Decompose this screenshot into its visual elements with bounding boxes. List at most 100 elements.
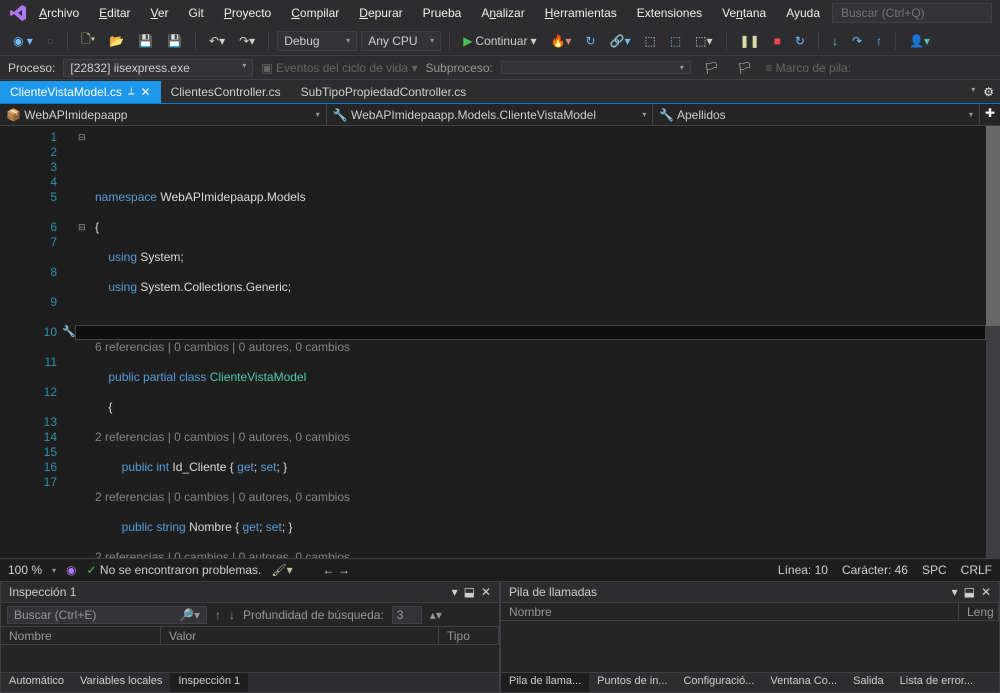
menu-proyecto[interactable]: Proyecto <box>216 2 279 24</box>
save-all-button[interactable]: 💾 <box>162 31 187 51</box>
menu-herramientas[interactable]: Herramientas <box>537 2 625 24</box>
stepper-icon[interactable]: ▴▾ <box>430 608 442 622</box>
dropdown-icon[interactable]: ▾ <box>952 585 958 599</box>
flag-button[interactable]: 🏳 <box>699 58 724 78</box>
hot-reload-button[interactable]: 🔥▾ <box>545 31 576 51</box>
subprocess-label: Subproceso: <box>425 61 492 75</box>
zoom-level[interactable]: 100 % <box>8 563 42 577</box>
process-dropdown[interactable]: [22832] iisexpress.exe▾ <box>63 59 253 77</box>
editor-tabs: ClienteVistaModel.cs ⟂ ✕ ClientesControl… <box>0 80 1000 104</box>
callstack-panel: Pila de llamadas ▾ ⬓ ✕ Nombre Leng Pila … <box>500 581 1000 693</box>
depth-input[interactable]: 3 <box>392 606 422 624</box>
live-share-button[interactable]: 👤▾ <box>904 31 935 51</box>
menu-analizar[interactable]: Analizar <box>473 2 532 24</box>
bottom-panels: Inspección 1 ▾ ⬓ ✕ Buscar (Ctrl+E)🔎▾ ↑ ↓… <box>0 581 1000 693</box>
flag2-button[interactable]: 🏳 <box>732 58 757 78</box>
subprocess-dropdown[interactable]: ▾ <box>501 61 691 74</box>
menu-ayuda[interactable]: Ayuda <box>778 2 828 24</box>
stack-frame-label: ≡ Marco de pila: <box>765 61 851 75</box>
tab-ventana-co[interactable]: Ventana Co... <box>762 673 845 692</box>
pin-icon[interactable]: ⬓ <box>464 585 475 599</box>
tab-lista-error[interactable]: Lista de error... <box>892 673 981 692</box>
menu-extensiones[interactable]: Extensiones <box>629 2 710 24</box>
global-search-input[interactable] <box>832 3 992 23</box>
browser-link-button[interactable]: 🔗▾ <box>605 31 636 51</box>
class-dropdown[interactable]: 🔧 WebAPImidepaapp.Models.ClienteVistaMod… <box>327 104 654 125</box>
member-dropdown[interactable]: 🔧 Apellidos▾ <box>653 104 980 125</box>
tab-subtipo-propiedad[interactable]: SubTipoPropiedadController.cs <box>291 81 477 103</box>
close-icon[interactable]: ✕ <box>481 585 491 599</box>
col-valor[interactable]: Valor <box>161 627 439 644</box>
refresh-button[interactable]: ↻ <box>580 31 600 51</box>
restart-button[interactable]: ↻ <box>790 31 810 51</box>
indent-mode[interactable]: SPC <box>922 563 947 577</box>
dropdown-icon[interactable]: ▾ <box>452 585 458 599</box>
code-cleanup-icon[interactable]: 🖌▾ <box>271 563 292 577</box>
line-number[interactable]: Línea: 10 <box>778 563 828 577</box>
platform-dropdown[interactable]: Any CPU▾ <box>361 31 441 51</box>
pause-button[interactable]: ❚❚ <box>735 31 765 51</box>
menu-depurar[interactable]: Depurar <box>351 2 410 24</box>
step-out-button[interactable]: ↑ <box>871 31 887 51</box>
new-item-button[interactable]: 🗋▾ <box>76 27 100 54</box>
column-number[interactable]: Carácter: 46 <box>842 563 908 577</box>
split-button[interactable]: ✚ <box>980 104 1000 125</box>
menu-ventana[interactable]: Ventana <box>714 2 774 24</box>
depth-label: Profundidad de búsqueda: <box>243 608 384 622</box>
tab-inspeccion-1[interactable]: Inspección 1 <box>170 673 248 692</box>
tab-salida[interactable]: Salida <box>845 673 892 692</box>
pin-icon[interactable]: ⟂ <box>128 86 135 97</box>
nav-arrows[interactable]: ← → <box>323 563 350 577</box>
issues-status[interactable]: ✓ No se encontraron problemas. <box>87 563 262 577</box>
col-nombre[interactable]: Nombre <box>501 603 959 620</box>
gear-icon[interactable]: ⚙ <box>983 85 994 99</box>
continue-button[interactable]: ▶ Continuar ▾ <box>458 31 541 51</box>
col-leng[interactable]: Leng <box>959 603 999 620</box>
nav-up-button[interactable]: ↑ <box>215 608 221 622</box>
inspection-search-input[interactable]: Buscar (Ctrl+E)🔎▾ <box>7 606 207 624</box>
save-button[interactable]: 💾 <box>133 31 158 51</box>
tab-configuracion[interactable]: Configuració... <box>675 673 762 692</box>
redo-button[interactable]: ↷▾ <box>234 31 260 51</box>
pin-icon[interactable]: ⬓ <box>964 585 975 599</box>
config-dropdown[interactable]: Debug▾ <box>277 31 357 51</box>
menu-git[interactable]: Git <box>181 2 212 24</box>
quick-action-icon[interactable]: 🔧 <box>62 325 76 340</box>
col-tipo[interactable]: Tipo <box>439 627 499 644</box>
tb-btn-3[interactable]: ⬚▾ <box>690 31 717 51</box>
stop-button[interactable]: ■ <box>769 31 786 51</box>
tb-btn-1[interactable]: ⬚ <box>639 31 660 51</box>
tab-dropdown-button[interactable]: ▾ <box>971 85 975 99</box>
tab-variables-locales[interactable]: Variables locales <box>72 673 170 692</box>
menu-ver[interactable]: Ver <box>143 2 177 24</box>
close-icon[interactable]: ✕ <box>141 85 151 99</box>
editor-nav-bar: 📦 WebAPImidepaapp▾ 🔧 WebAPImidepaapp.Mod… <box>0 104 1000 126</box>
nav-down-button[interactable]: ↓ <box>229 608 235 622</box>
inspection-title: Inspección 1 <box>9 585 76 599</box>
menu-prueba[interactable]: Prueba <box>415 2 470 24</box>
open-file-button[interactable]: 📂 <box>104 31 129 51</box>
menu-editar[interactable]: Editar <box>91 2 138 24</box>
tb-btn-2[interactable]: ⬚ <box>665 31 686 51</box>
undo-button[interactable]: ↶▾ <box>204 31 230 51</box>
intellicode-icon[interactable]: ◉ <box>66 563 76 577</box>
nav-fwd-button[interactable]: ○ <box>42 31 59 51</box>
tab-pila-llamadas[interactable]: Pila de llama... <box>501 673 589 692</box>
step-over-button[interactable]: ↷ <box>847 31 867 51</box>
nav-back-button[interactable]: ◉ ▾ <box>8 31 38 51</box>
project-dropdown[interactable]: 📦 WebAPImidepaapp▾ <box>0 104 327 125</box>
close-icon[interactable]: ✕ <box>981 585 991 599</box>
editor-status-bar: 100 %▾ ◉ ✓ No se encontraron problemas. … <box>0 558 1000 581</box>
code-editor[interactable]: 12345 67 8 9 10🔧 11 12 13 14151617 ⊟ ⊟ n… <box>0 126 1000 558</box>
tab-automatico[interactable]: Automático <box>1 673 72 692</box>
callstack-title: Pila de llamadas <box>509 585 597 599</box>
menu-archivo[interactable]: AArchivorchivo <box>31 2 87 24</box>
step-into-button[interactable]: ↓ <box>827 31 843 51</box>
line-ending[interactable]: CRLF <box>961 563 992 577</box>
tab-puntos-int[interactable]: Puntos de in... <box>589 673 675 692</box>
tab-cliente-vista-model[interactable]: ClienteVistaModel.cs ⟂ ✕ <box>0 81 161 103</box>
col-nombre[interactable]: Nombre <box>1 627 161 644</box>
tab-clientes-controller[interactable]: ClientesController.cs <box>161 81 291 103</box>
menu-compilar[interactable]: Compilar <box>283 2 347 24</box>
lifecycle-events-button[interactable]: ▣ Eventos del ciclo de vida ▾ <box>261 61 417 75</box>
